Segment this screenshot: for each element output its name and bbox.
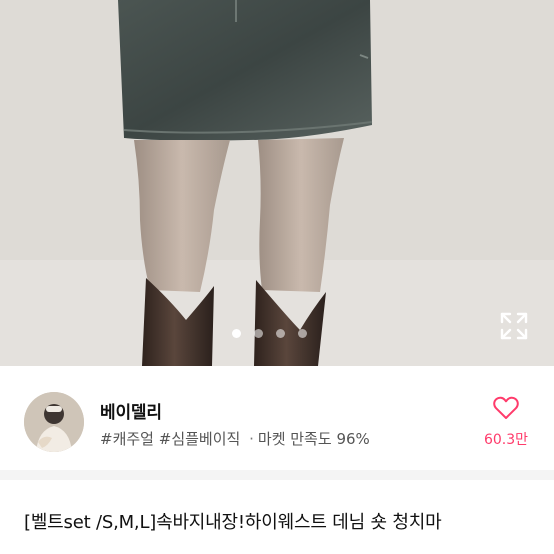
product-photo [0,0,554,366]
seller-meta: #캐주얼 #심플베이직 · 마켓 만족도 96% [100,428,370,449]
meta-separator: · [249,430,254,448]
like-button[interactable]: 60.3만 [478,396,534,449]
seller-avatar[interactable] [24,392,84,452]
satisfaction-value: 96% [336,430,370,448]
avatar-image [24,392,84,452]
seller-tag[interactable]: #심플베이직 [159,430,241,448]
product-image[interactable] [0,0,554,366]
carousel-dot[interactable] [232,328,241,338]
carousel-dot[interactable] [276,328,285,338]
carousel-dot[interactable] [298,328,307,338]
section-divider [0,470,554,480]
like-count: 60.3만 [483,432,529,448]
seller-name[interactable]: 베이델리 [100,398,162,423]
carousel-indicator [232,327,307,339]
carousel-dot[interactable] [254,328,263,338]
expand-icon [500,312,528,340]
expand-button[interactable] [498,310,530,342]
product-title: [벨트set /S,M,L]속바지내장!하이웨스트 데님 숏 청치마 [24,512,442,533]
seller-tag[interactable]: #캐주얼 [100,430,154,448]
satisfaction-label: 마켓 만족도 [257,430,332,448]
heart-icon [493,396,519,419]
seller-section: 베이델리 #캐주얼 #심플베이직 · 마켓 만족도 96% 60.3만 [0,366,554,470]
